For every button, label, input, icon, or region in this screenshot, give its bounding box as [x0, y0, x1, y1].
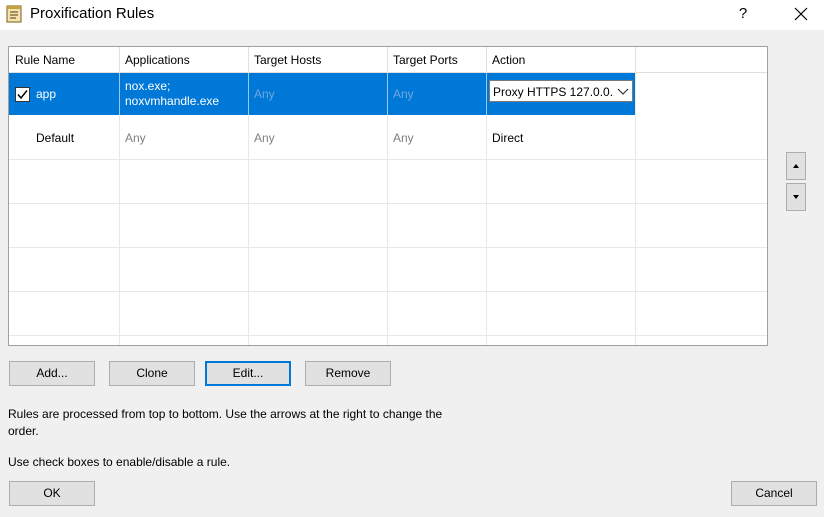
header-divider — [119, 47, 120, 72]
cancel-button[interactable]: Cancel — [731, 481, 817, 506]
info-text: order. — [8, 424, 39, 438]
move-down-button[interactable] — [786, 183, 806, 211]
rule-name[interactable]: Default — [36, 131, 74, 145]
remove-button[interactable]: Remove — [305, 361, 391, 386]
header-divider — [486, 47, 487, 72]
rule-action[interactable]: Direct — [492, 131, 523, 145]
add-button[interactable]: Add... — [9, 361, 95, 386]
column-header-target-hosts[interactable]: Target Hosts — [248, 47, 387, 72]
clone-button[interactable]: Clone — [109, 361, 195, 386]
chevron-down-icon — [614, 81, 632, 101]
help-button[interactable]: ? — [728, 3, 758, 25]
window-title: Proxification Rules — [30, 5, 155, 22]
rules-grid[interactable]: Rule Name Applications Target Hosts Targ… — [8, 46, 768, 346]
close-icon — [794, 7, 808, 21]
column-header-target-ports[interactable]: Target Ports — [387, 47, 486, 72]
action-dropdown[interactable]: Proxy HTTPS 127.0.0.1 — [489, 80, 633, 102]
ok-button[interactable]: OK — [9, 481, 95, 506]
rule-target-hosts: Any — [254, 87, 275, 101]
edit-button[interactable]: Edit... — [205, 361, 291, 386]
rule-applications: noxvmhandle.exe — [125, 94, 220, 108]
header-divider — [387, 47, 388, 72]
rule-name: app — [36, 87, 57, 101]
proxifier-app-icon — [6, 5, 22, 23]
grid-line — [387, 73, 388, 115]
header-divider — [248, 47, 249, 72]
info-text: Rules are processed from top to bottom. … — [8, 407, 443, 421]
rule-target-ports: Any — [393, 131, 414, 145]
grid-line — [635, 47, 636, 345]
triangle-down-icon — [793, 195, 799, 199]
close-button[interactable] — [786, 3, 816, 25]
grid-line — [119, 73, 120, 115]
action-value: Proxy HTTPS 127.0.0.1 — [493, 85, 620, 99]
rule-applications: Any — [125, 131, 146, 145]
grid-line — [486, 73, 487, 115]
grid-line — [9, 247, 767, 248]
checkmark-icon — [17, 90, 28, 100]
column-header-action[interactable]: Action — [486, 47, 635, 72]
column-header-applications[interactable]: Applications — [119, 47, 248, 72]
grid-line — [248, 73, 249, 115]
title-bar: Proxification Rules ? — [0, 0, 824, 30]
grid-line — [9, 159, 767, 160]
rule-applications: nox.exe; — [125, 79, 171, 93]
rule-target-hosts: Any — [254, 131, 275, 145]
grid-line — [9, 291, 767, 292]
header-divider — [635, 47, 636, 72]
column-header-rule-name[interactable]: Rule Name — [9, 47, 119, 72]
rule-target-ports: Any — [393, 87, 414, 101]
grid-line — [9, 203, 767, 204]
grid-line — [9, 335, 767, 336]
triangle-up-icon — [793, 164, 799, 168]
rule-enabled-checkbox[interactable] — [15, 87, 30, 102]
move-up-button[interactable] — [786, 152, 806, 180]
info-text: Use check boxes to enable/disable a rule… — [8, 455, 231, 469]
